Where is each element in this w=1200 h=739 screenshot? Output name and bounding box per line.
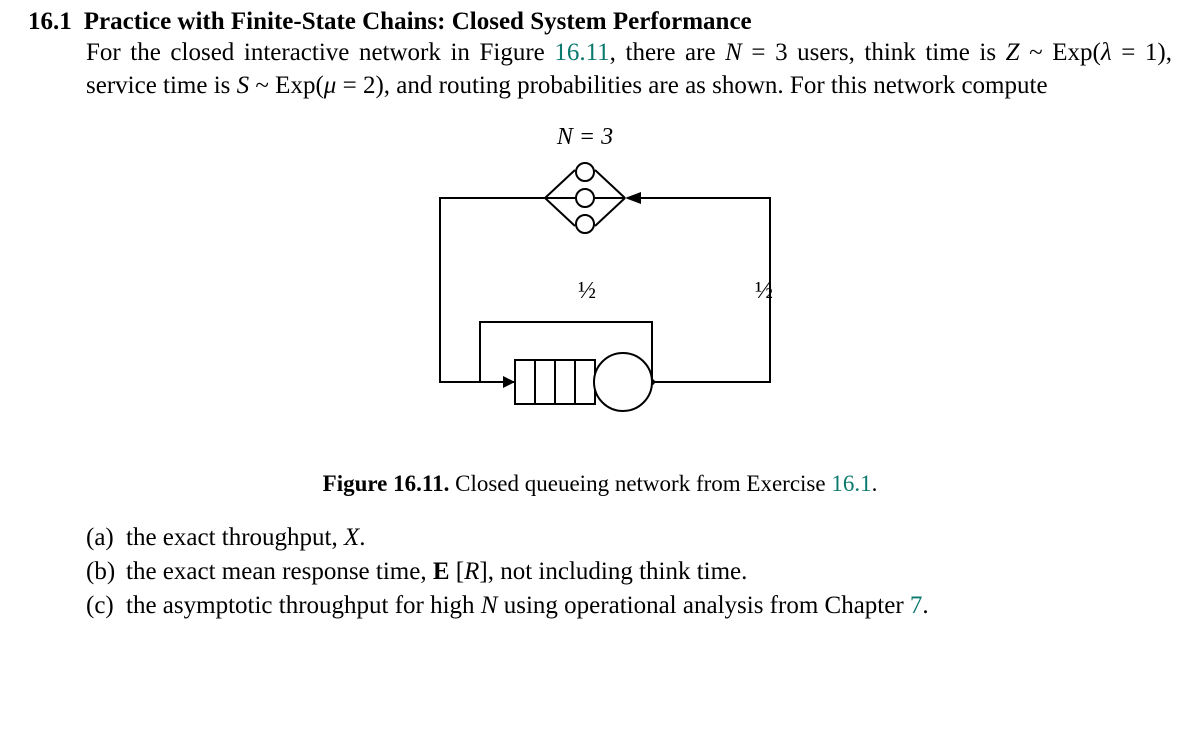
list-body: the exact throughput, X. xyxy=(126,521,1172,554)
text: using operational analysis from Chapter xyxy=(498,592,910,619)
chapter-reference-link[interactable]: 7 xyxy=(910,592,923,619)
page: 16.1 Practice with Finite-State Chains: … xyxy=(0,0,1200,622)
figure: N = 3 xyxy=(28,122,1172,497)
arrowhead-icon xyxy=(503,376,515,388)
operator-E: E xyxy=(433,558,450,585)
text: . xyxy=(922,592,928,619)
text: the asymptotic throughput for high xyxy=(126,592,481,619)
loop-right xyxy=(641,198,770,382)
list-marker: (b) xyxy=(86,555,126,588)
text: Closed queueing network from Exercise xyxy=(449,471,831,496)
list-item: (b) the exact mean response time, E [R],… xyxy=(86,555,1172,588)
terminals-icon xyxy=(545,163,625,233)
text: For the closed interactive network in Fi… xyxy=(86,39,554,66)
list-marker: (c) xyxy=(86,589,126,622)
text: ~ Exp( xyxy=(1020,39,1101,66)
prob-return-label: ½ xyxy=(755,278,773,304)
section-title: Practice with Finite-State Chains: Close… xyxy=(84,8,752,36)
text: [ xyxy=(450,558,465,585)
list-body: the asymptotic throughput for high N usi… xyxy=(126,589,1172,622)
list-item: (c) the asymptotic throughput for high N… xyxy=(86,589,1172,622)
var-S: S xyxy=(237,72,250,99)
exercise-reference-link[interactable]: 16.1 xyxy=(831,471,871,496)
text: ~ Exp( xyxy=(249,72,324,99)
server-icon xyxy=(594,353,652,411)
prob-feedback-label: ½ xyxy=(578,278,596,304)
section-number: 16.1 xyxy=(28,8,72,36)
list-body: the exact mean response time, E [R], not… xyxy=(126,555,1172,588)
list-item: (a) the exact throughput, X. xyxy=(86,521,1172,554)
section-heading: 16.1 Practice with Finite-State Chains: … xyxy=(28,8,1172,36)
text: = 2), and routing probabilities are as s… xyxy=(336,72,1047,99)
figure-reference-link[interactable]: 16.11 xyxy=(554,39,609,66)
var-N: N xyxy=(725,39,742,66)
text: ], not including think time. xyxy=(479,558,747,585)
text: , there are xyxy=(610,39,725,66)
arrowhead-icon xyxy=(625,192,641,204)
var-lambda: λ xyxy=(1101,39,1112,66)
terminal-count-label: N = 3 xyxy=(556,124,613,150)
diagram-svg: N = 3 xyxy=(320,122,880,449)
var-Z: Z xyxy=(1006,39,1020,66)
text: the exact throughput, xyxy=(126,524,344,551)
var-X: X xyxy=(344,524,359,551)
text: . xyxy=(872,471,878,496)
intro-paragraph: For the closed interactive network in Fi… xyxy=(86,36,1172,102)
question-list: (a) the exact throughput, X. (b) the exa… xyxy=(86,521,1172,622)
var-R: R xyxy=(464,558,479,585)
text: . xyxy=(359,524,365,551)
text: = 3 users, think time is xyxy=(742,39,1006,66)
var-N: N xyxy=(481,592,498,619)
figure-caption: Figure 16.11. Closed queueing network fr… xyxy=(28,471,1172,497)
list-marker: (a) xyxy=(86,521,126,554)
queue-icon xyxy=(515,360,595,404)
loop-left xyxy=(440,198,545,382)
text: the exact mean response time, xyxy=(126,558,433,585)
var-mu: μ xyxy=(324,72,337,99)
figure-caption-label: Figure 16.11. xyxy=(323,471,450,496)
